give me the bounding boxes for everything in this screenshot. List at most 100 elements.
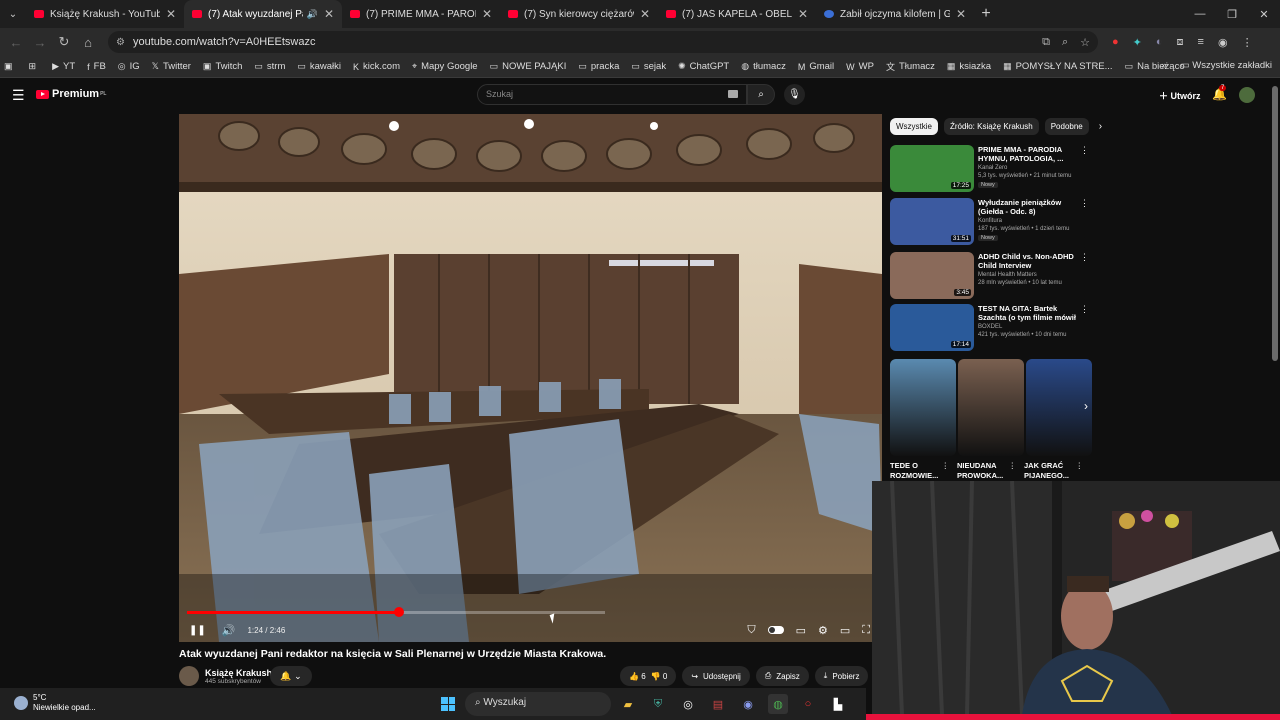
sidebar-toggle-icon[interactable]: ▣ [4,61,17,72]
channel-avatar[interactable] [179,666,199,686]
close-tab-icon[interactable]: ✕ [640,7,650,21]
settings-gear-icon[interactable]: ⚙ [818,624,828,637]
video-thumbnail[interactable]: 17:25 [890,145,974,192]
notifications-button[interactable]: 🔔 7 [1212,85,1227,101]
video-title[interactable]: Wyłudzanie pieniążków (Giełda - Odc. 8) [978,198,1082,216]
install-app-icon[interactable]: ⧉ [1042,36,1050,49]
bookmark-item[interactable]: ▭ kawałki [297,60,341,73]
volume-icon[interactable]: 🔊 [222,624,236,637]
back-button[interactable]: ← [4,35,28,50]
steam-icon[interactable]: ◎ [678,694,698,714]
bookmark-item[interactable]: ▦ ksiazka [947,60,991,73]
bookmark-item[interactable]: ▶ YT [52,60,75,73]
maximize-button[interactable]: ❐ [1216,0,1248,28]
bookmark-item[interactable]: ▭ sejak [631,60,666,73]
bookmark-star-icon[interactable]: ☆ [1080,36,1090,49]
subscription-bell-button[interactable]: 🔔 ⌄ [270,666,312,686]
short-thumbnail[interactable]: › [1026,359,1092,456]
video-title[interactable]: PRIME MMA - PARODIA HYMNU, PATOLOGIA, ..… [978,145,1082,163]
close-tab-icon[interactable]: ✕ [482,7,492,21]
channel-name[interactable]: Kanał Zero [978,165,1082,171]
youtube-logo[interactable]: Premium PL [36,88,106,100]
more-options-icon[interactable]: ⋮ [1080,304,1089,315]
bookmark-item[interactable]: 𝕏 Twitter [152,60,191,73]
dislike-button[interactable]: 👎 0 [651,672,668,681]
chevron-right-icon[interactable]: › [1099,118,1102,135]
app-icon[interactable]: ▙ [828,694,848,714]
bookmark-item[interactable]: ▭ NOWE PAJĄKI [490,60,567,73]
video-player[interactable]: ❚❚ 🔊 1:24 / 2:46 ⛉ ▭ ⚙ ▭ ⛶ [179,114,882,642]
close-tab-icon[interactable]: ✕ [166,7,176,21]
chip-all[interactable]: Wszystkie [890,118,938,135]
more-options-icon[interactable]: ⋮ [1076,461,1084,471]
opera-icon[interactable]: ○ [798,694,818,714]
reload-button[interactable]: ↻ [52,34,76,50]
search-input[interactable]: Szukaj [477,84,747,105]
bookmark-item[interactable]: ✺ ChatGPT [678,60,729,73]
search-button[interactable]: ⌕ [747,84,775,105]
account-avatar[interactable] [1239,87,1255,103]
bookmark-item[interactable]: ▭ pracka [578,60,619,73]
speaker-icon[interactable]: 🔊 [307,9,318,20]
shield-icon[interactable]: ⛉ [747,624,755,637]
progress-scrubber[interactable] [393,607,404,617]
video-thumbnail[interactable]: 3:45 [890,252,974,299]
file-explorer-icon[interactable]: ▰ [618,694,638,714]
more-options-icon[interactable]: ⋮ [1009,461,1017,471]
recommended-video[interactable]: 31:51 Wyłudzanie pieniążków (Giełda - Odc… [890,198,1095,248]
new-tab-button[interactable]: + [974,5,998,23]
profile-icon[interactable]: ◉ [1218,36,1228,49]
extension-icon[interactable]: ✦ [1133,36,1142,49]
bookmark-item[interactable]: f FB [87,60,106,73]
browser-tab[interactable]: (7) JAŚ KAPELA - OBELGI I BLUZ ✕ [658,0,816,28]
windows-start-icon[interactable] [441,697,455,711]
forward-button[interactable]: → [28,35,52,50]
theater-mode-icon[interactable]: ▭ [840,624,850,637]
minimize-button[interactable]: — [1184,0,1216,28]
short-title[interactable]: NIEUDANA PROWOKA... ⋮ [957,461,1024,481]
bookmark-item[interactable]: ▣ Twitch [203,60,242,73]
extensions-puzzle-icon[interactable]: ⧈ [1177,36,1184,49]
site-info-icon[interactable]: ⚙ [116,37,125,48]
extension-icon[interactable]: ◐ [1156,36,1163,49]
create-button[interactable]: ＋ Utwórz [1159,89,1201,102]
apps-grid-icon[interactable]: ⊞ [29,61,41,72]
recommended-video[interactable]: 17:25 PRIME MMA - PARODIA HYMNU, PATOLOGI… [890,145,1095,195]
more-options-icon[interactable]: ⋮ [1080,145,1089,156]
short-thumbnail[interactable] [890,359,956,456]
browser-tab[interactable]: (7) Syn kierowcy ciężarówki, któ ✕ [500,0,658,28]
url-bar[interactable]: ⚙ youtube.com/watch?v=A0HEEtswazc ⧉ ⌕ ☆ [108,31,1098,53]
short-title[interactable]: JAK GRAĆ PIJANEGO... ⋮ [1024,461,1091,481]
discord-icon[interactable]: ◉ [738,694,758,714]
like-button[interactable]: 👍 6 [629,672,646,681]
home-button[interactable]: ⌂ [76,35,100,50]
chip-source[interactable]: Źródło: Książę Krakush [944,118,1039,135]
more-options-icon[interactable]: ⋮ [942,461,950,471]
recommended-video[interactable]: 17:14 TEST NA GITA: Bartek Szachta (o tym… [890,304,1095,354]
channel-name[interactable]: BOXDEL [978,324,1082,330]
bookmark-item[interactable]: ◎ IG [118,60,140,73]
pause-icon[interactable]: ❚❚ [189,625,206,636]
bookmark-item[interactable]: 文 Tłumacz [886,60,935,73]
recommended-video[interactable]: 3:45 ADHD Child vs. Non-ADHD Child Interv… [890,252,1095,302]
shield-app-icon[interactable]: ⛨ [648,694,668,714]
browser-menu-icon[interactable]: ⋮ [1242,36,1253,49]
voice-search-button[interactable]: 🎙 [784,84,805,105]
browser-tab[interactable]: Książę Krakush - YouTube ✕ [26,0,184,28]
bookmark-item[interactable]: ▭ strm [254,60,285,73]
bookmark-item[interactable]: M Gmail [798,60,834,73]
bookmark-item[interactable]: ⌖ Mapy Google [412,60,478,73]
page-scrollbar[interactable] [1272,86,1278,361]
fullscreen-icon[interactable]: ⛶ [862,624,870,637]
close-tab-icon[interactable]: ✕ [798,7,808,21]
bookmark-item[interactable]: Kkick.com [353,60,400,73]
browser-tab[interactable]: Zabił ojczyma kilofem | Gazeta ✕ [816,0,974,28]
tab-search-button[interactable]: ⌄ [0,0,26,28]
channel-name[interactable]: Książę Krakush [205,668,272,678]
video-title[interactable]: TEST NA GITA: Bartek Szachta (o tym film… [978,304,1082,322]
video-title[interactable]: ADHD Child vs. Non-ADHD Child Interview [978,252,1082,270]
all-bookmarks-button[interactable]: ▭ Wszystkie zakładki [1181,60,1272,71]
zoom-icon[interactable]: ⌕ [1062,36,1068,49]
app-icon[interactable]: ▤ [708,694,728,714]
weather-widget[interactable]: 5°C Niewielkie opad... [14,693,96,713]
